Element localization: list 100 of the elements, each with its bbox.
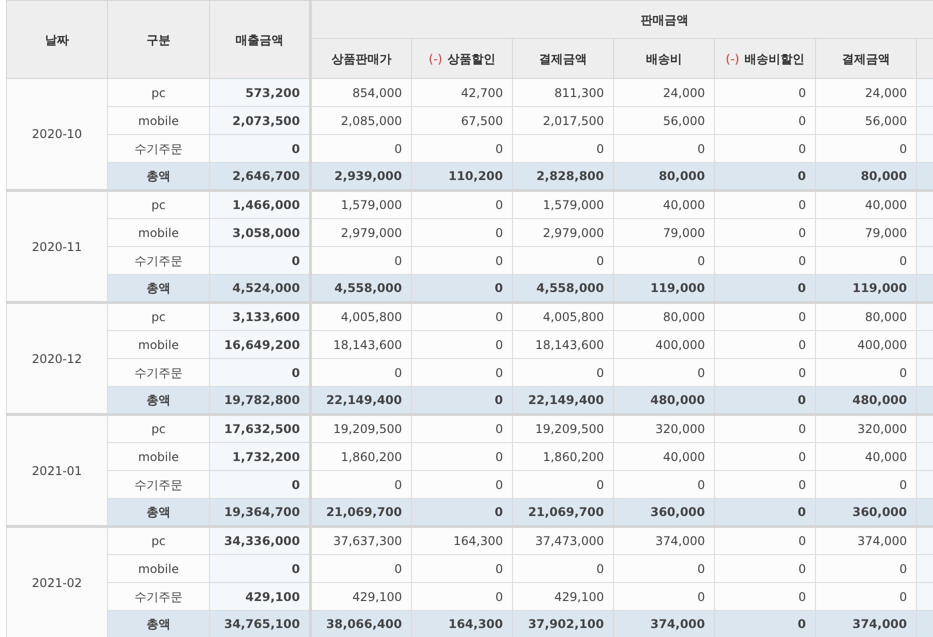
amount-cell: 37,637,300 bbox=[310, 526, 412, 554]
amount-cell: 0 bbox=[412, 274, 512, 302]
amount-cell: 37,902,100 bbox=[512, 610, 614, 637]
amount-cell: 0 bbox=[714, 274, 816, 302]
revenue-cell: 1,466,000 bbox=[210, 190, 310, 218]
type-cell: 총액 bbox=[108, 498, 210, 526]
amount-cell: 374,000 bbox=[614, 526, 714, 554]
revenue-cell: 34,765,100 bbox=[210, 610, 310, 637]
type-cell: 총액 bbox=[108, 274, 210, 302]
column-header: 구분 bbox=[108, 0, 210, 78]
column-header: 매출금액 bbox=[210, 0, 310, 78]
amount-cell: 400,000 bbox=[816, 330, 916, 358]
amount-cell: 40,000 bbox=[614, 190, 714, 218]
amount-cell: 22,149,400 bbox=[310, 386, 412, 414]
revenue-cell: 17,632,500 bbox=[210, 414, 310, 442]
amount-cell: 360,000 bbox=[614, 498, 714, 526]
type-cell: mobile bbox=[108, 554, 210, 582]
amount-cell: 0 bbox=[310, 554, 412, 582]
column-group-header: 판매금액 bbox=[310, 0, 933, 38]
amount-cell: 480,000 bbox=[614, 386, 714, 414]
type-cell: mobile bbox=[108, 442, 210, 470]
amount-cell: 0 bbox=[714, 78, 816, 106]
amount-cell: 360,000 bbox=[816, 498, 916, 526]
amount-cell: 0 bbox=[310, 470, 412, 498]
amount-cell: 0 bbox=[412, 554, 512, 582]
amount-cell: 0 bbox=[816, 134, 916, 162]
column-header: 날짜 bbox=[6, 0, 108, 78]
revenue-cell: 0 bbox=[210, 358, 310, 386]
amount-cell: 0 bbox=[714, 218, 816, 246]
amount-cell: 0 bbox=[714, 358, 816, 386]
amount-cell: 0 bbox=[714, 414, 816, 442]
amount-cell: 0 bbox=[412, 470, 512, 498]
amount-cell: 80,000 bbox=[816, 162, 916, 190]
amount-cell: 0 bbox=[714, 162, 816, 190]
amount-cell: 0 bbox=[714, 498, 816, 526]
type-cell: 수기주문 bbox=[108, 358, 210, 386]
amount-cell: 0 bbox=[412, 218, 512, 246]
amount-cell: 4,558,000 bbox=[310, 274, 412, 302]
amount-cell: 80,000 bbox=[614, 302, 714, 330]
amount-cell: 18,143,600 bbox=[512, 330, 614, 358]
type-cell: 수기주문 bbox=[108, 582, 210, 610]
amount-cell: 854,000 bbox=[310, 78, 412, 106]
amount-cell: 0 bbox=[714, 526, 816, 554]
amount-cell: 0 bbox=[412, 190, 512, 218]
amount-cell: 37,473,000 bbox=[512, 526, 614, 554]
date-cell: 2020-11 bbox=[6, 190, 108, 302]
type-cell: mobile bbox=[108, 218, 210, 246]
amount-cell: 429,100 bbox=[512, 582, 614, 610]
amount-cell: 0 bbox=[816, 470, 916, 498]
amount-cell: 0 bbox=[714, 442, 816, 470]
amount-cell: 18,143,600 bbox=[310, 330, 412, 358]
amount-cell: 480,000 bbox=[816, 386, 916, 414]
amount-cell: 0 bbox=[614, 470, 714, 498]
revenue-cell: 573,200 bbox=[210, 78, 310, 106]
amount-cell: 164,300 bbox=[412, 526, 512, 554]
amount-cell: 0 bbox=[714, 610, 816, 637]
amount-cell: 0 bbox=[412, 246, 512, 274]
amount-cell: 119,000 bbox=[816, 274, 916, 302]
revenue-cell: 0 bbox=[210, 246, 310, 274]
revenue-cell: 3,058,000 bbox=[210, 218, 310, 246]
amount-cell: 2,085,000 bbox=[310, 106, 412, 134]
amount-cell: 22,149,400 bbox=[512, 386, 614, 414]
amount-cell: 0 bbox=[714, 554, 816, 582]
amount-cell: 0 bbox=[412, 302, 512, 330]
amount-cell: 0 bbox=[714, 134, 816, 162]
revenue-cell: 0 bbox=[210, 134, 310, 162]
amount-cell: 0 bbox=[412, 386, 512, 414]
amount-cell: 0 bbox=[512, 554, 614, 582]
amount-cell: 24,000 bbox=[614, 78, 714, 106]
amount-cell: 164,300 bbox=[412, 610, 512, 637]
revenue-cell: 4,524,000 bbox=[210, 274, 310, 302]
date-cell: 2020-12 bbox=[6, 302, 108, 414]
amount-cell: 0 bbox=[714, 106, 816, 134]
amount-cell: 0 bbox=[714, 246, 816, 274]
amount-cell: 320,000 bbox=[614, 414, 714, 442]
amount-cell: 0 bbox=[614, 554, 714, 582]
type-cell: pc bbox=[108, 414, 210, 442]
amount-cell: 0 bbox=[412, 498, 512, 526]
amount-cell: 0 bbox=[714, 582, 816, 610]
amount-cell: 0 bbox=[614, 246, 714, 274]
amount-cell: 0 bbox=[614, 358, 714, 386]
amount-cell: 0 bbox=[512, 470, 614, 498]
amount-cell: 0 bbox=[714, 190, 816, 218]
amount-cell: 811,300 bbox=[512, 78, 614, 106]
amount-cell: 0 bbox=[412, 414, 512, 442]
revenue-cell: 19,364,700 bbox=[210, 498, 310, 526]
amount-cell: 0 bbox=[412, 442, 512, 470]
revenue-cell: 34,336,000 bbox=[210, 526, 310, 554]
amount-cell: 79,000 bbox=[614, 218, 714, 246]
amount-cell: 0 bbox=[714, 302, 816, 330]
type-cell: mobile bbox=[108, 330, 210, 358]
amount-cell: 21,069,700 bbox=[310, 498, 412, 526]
amount-cell: 0 bbox=[512, 246, 614, 274]
amount-cell: 2,828,800 bbox=[512, 162, 614, 190]
column-header: 결제금액 bbox=[512, 38, 614, 78]
amount-cell: 0 bbox=[714, 470, 816, 498]
amount-cell: 0 bbox=[512, 358, 614, 386]
amount-cell: 400,000 bbox=[614, 330, 714, 358]
date-cell: 2021-01 bbox=[6, 414, 108, 526]
amount-cell: 0 bbox=[512, 134, 614, 162]
